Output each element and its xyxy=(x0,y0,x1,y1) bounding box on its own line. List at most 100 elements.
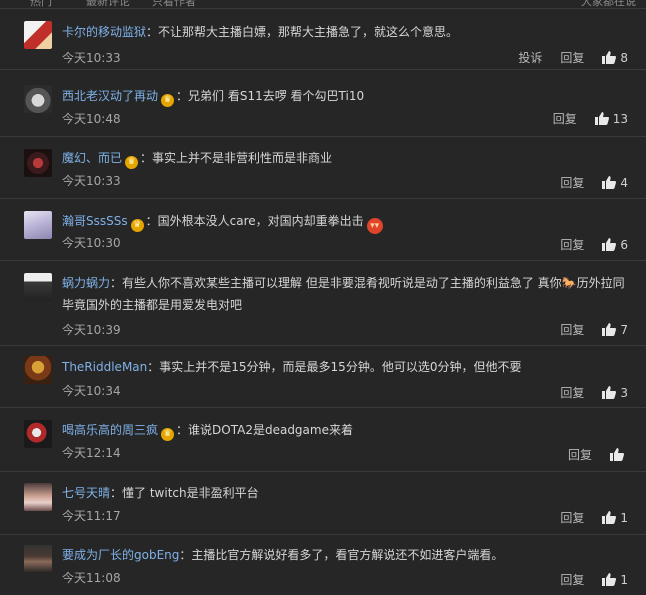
reply-button[interactable]: 回复 xyxy=(560,236,584,253)
comment-body: 魔幻、而已 ♛ ：事实上并不是非营利性而是非商业 xyxy=(62,151,333,169)
like-button[interactable]: 7 xyxy=(602,323,628,337)
comment-item: 瀚哥SssSSs ♛ ：国外根本没人care，对国内却重拳出击 ▾▾ 今天10:30 … xyxy=(0,199,646,261)
like-button[interactable]: 1 xyxy=(602,573,628,587)
comment-body: 七号天晴：懂了 twitch是非盈利平台 xyxy=(62,486,259,500)
reply-button[interactable]: 回复 xyxy=(553,110,577,127)
username[interactable]: 卡尔的移动监狱 xyxy=(62,25,146,39)
avatar[interactable] xyxy=(24,420,52,448)
thumbs-up-icon xyxy=(602,386,617,399)
tab-latest[interactable]: 最新评论 xyxy=(86,0,130,8)
comment-text: 兄弟们 看S11去啰 看个勾巴Ti10 xyxy=(188,89,365,103)
like-count: 1 xyxy=(620,572,628,587)
report-button[interactable]: 投诉 xyxy=(518,49,542,66)
username[interactable]: 要成为厂长的gobEng xyxy=(62,548,179,562)
comment-item: 蜗力蜗力：有些人你不喜欢某些主播可以理解 但是非要混肴视听说是动了主播的利益急了… xyxy=(0,261,646,346)
tab-author-only[interactable]: 只看作者 xyxy=(152,0,196,8)
timestamp: 今天10:33 xyxy=(62,51,121,65)
reply-button[interactable]: 回复 xyxy=(560,509,584,526)
like-count: 7 xyxy=(620,322,628,337)
comment-item: 西北老汉动了再动 ♛ ：兄弟们 看S11去啰 看个勾巴Ti10 今天10:48 回复… xyxy=(0,70,646,137)
horse-icon: 🐎 xyxy=(561,276,577,290)
avatar[interactable] xyxy=(24,356,52,384)
timestamp: 今天10:33 xyxy=(62,174,121,188)
thumbs-up-icon xyxy=(602,51,617,64)
username[interactable]: 七号天晴 xyxy=(62,486,110,500)
comment-actions: 回复 xyxy=(550,446,628,463)
comment-actions: 回复 6 xyxy=(542,236,628,253)
thumbs-up-icon xyxy=(602,511,617,524)
comment-text: 事实上并不是15分钟，而是最多15分钟。他可以选0分钟，但他不要 xyxy=(159,360,522,374)
thumbs-up-icon xyxy=(602,176,617,189)
comment-actions: 回复 7 xyxy=(542,321,628,338)
comment-item: TheRiddleMan：事实上并不是15分钟，而是最多15分钟。他可以选0分钟… xyxy=(0,346,646,408)
top-tab-bar: 热门 最新评论 只看作者 大家都在说 xyxy=(0,0,646,9)
timestamp: 今天10:48 xyxy=(62,112,121,126)
comment-body: 蜗力蜗力：有些人你不喜欢某些主播可以理解 但是非要混肴视听说是动了主播的利益急了… xyxy=(62,276,625,312)
tab-everyone[interactable]: 大家都在说 xyxy=(581,0,636,8)
comment-actions: 回复 3 xyxy=(542,384,628,401)
comment-text: 谁说DOTA2是deadgame来着 xyxy=(188,423,353,437)
tab-hot[interactable]: 热门 xyxy=(30,0,52,8)
username[interactable]: 蜗力蜗力 xyxy=(62,276,110,290)
username[interactable]: 喝高乐高的周三疯 xyxy=(62,423,158,437)
angry-face-emoji-icon: ▾▾ xyxy=(366,218,383,234)
timestamp: 今天11:17 xyxy=(62,509,121,523)
avatar[interactable] xyxy=(24,211,52,239)
avatar[interactable] xyxy=(24,483,52,511)
reply-button[interactable]: 回复 xyxy=(560,571,584,588)
avatar[interactable] xyxy=(24,21,52,49)
comment-body: 喝高乐高的周三疯 ♛ ：谁说DOTA2是deadgame来着 xyxy=(62,423,353,441)
crown-icon: ♛ xyxy=(125,156,139,169)
timestamp: 今天10:30 xyxy=(62,236,121,250)
reply-button[interactable]: 回复 xyxy=(560,384,584,401)
comment-text: 主播比官方解说好看多了，看官方解说还不如进客户端看。 xyxy=(191,548,504,562)
like-count: 6 xyxy=(620,237,628,252)
crown-icon: ♛ xyxy=(161,94,175,107)
comment-text: 不让那帮大主播白嫖，那帮大主播急了，就这么个意思。 xyxy=(158,25,459,39)
comment-body: 要成为厂长的gobEng：主播比官方解说好看多了，看官方解说还不如进客户端看。 xyxy=(62,548,504,562)
like-button[interactable]: 8 xyxy=(602,51,628,65)
like-button[interactable]: 13 xyxy=(594,111,628,126)
like-count: 13 xyxy=(612,111,628,126)
reply-button[interactable]: 回复 xyxy=(568,446,592,463)
like-count: 3 xyxy=(620,385,628,400)
like-button[interactable]: 1 xyxy=(602,511,628,525)
comment-text: 国外根本没人care，对国内却重拳出击 xyxy=(157,214,364,228)
timestamp: 今天11:08 xyxy=(62,571,121,585)
comment-item: 魔幻、而已 ♛ ：事实上并不是非营利性而是非商业 今天10:33 回复 4 xyxy=(0,137,646,199)
username[interactable]: TheRiddleMan xyxy=(62,360,147,374)
comment-text: 懂了 twitch是非盈利平台 xyxy=(122,486,259,500)
comment-text: 有些人你不喜欢某些主播可以理解 但是非要混肴视听说是动了主播的利益急了 真你 xyxy=(122,276,562,290)
crown-icon: ♛ xyxy=(161,428,175,441)
avatar[interactable] xyxy=(24,149,52,177)
timestamp: 今天12:14 xyxy=(62,446,121,460)
thumbs-up-icon xyxy=(602,323,617,336)
comment-body: 瀚哥SssSSs ♛ ：国外根本没人care，对国内却重拳出击 ▾▾ xyxy=(62,210,634,234)
comment-actions: 回复 4 xyxy=(542,174,628,191)
comment-item: 七号天晴：懂了 twitch是非盈利平台 今天11:17 回复 1 xyxy=(0,472,646,535)
comment-body: TheRiddleMan：事实上并不是15分钟，而是最多15分钟。他可以选0分钟… xyxy=(62,360,522,374)
comment-body: 西北老汉动了再动 ♛ ：兄弟们 看S11去啰 看个勾巴Ti10 xyxy=(62,89,365,107)
like-button[interactable]: 3 xyxy=(602,386,628,400)
crown-icon: ♛ xyxy=(130,219,144,232)
comment-body: 卡尔的移动监狱：不让那帮大主播白嫖，那帮大主播急了，就这么个意思。 xyxy=(62,25,459,39)
thumbs-up-icon xyxy=(602,238,617,251)
comment-item: 卡尔的移动监狱：不让那帮大主播白嫖，那帮大主播急了，就这么个意思。 今天10:3… xyxy=(0,9,646,70)
avatar[interactable] xyxy=(24,273,52,301)
like-count: 4 xyxy=(620,175,628,190)
like-button[interactable]: 6 xyxy=(602,238,628,252)
thumbs-up-icon xyxy=(602,573,617,586)
username[interactable]: 瀚哥SssSSs xyxy=(62,214,128,228)
reply-button[interactable]: 回复 xyxy=(560,49,584,66)
comment-actions: 回复 1 xyxy=(542,571,628,588)
like-count: 8 xyxy=(620,50,628,65)
reply-button[interactable]: 回复 xyxy=(560,174,584,191)
avatar[interactable] xyxy=(24,545,52,573)
comment-item: 喝高乐高的周三疯 ♛ ：谁说DOTA2是deadgame来着 今天12:14 回复 xyxy=(0,408,646,472)
reply-button[interactable]: 回复 xyxy=(560,321,584,338)
username[interactable]: 魔幻、而已 xyxy=(62,151,122,165)
like-button[interactable] xyxy=(610,448,628,461)
avatar[interactable] xyxy=(24,85,52,113)
username[interactable]: 西北老汉动了再动 xyxy=(62,89,158,103)
like-button[interactable]: 4 xyxy=(602,176,628,190)
